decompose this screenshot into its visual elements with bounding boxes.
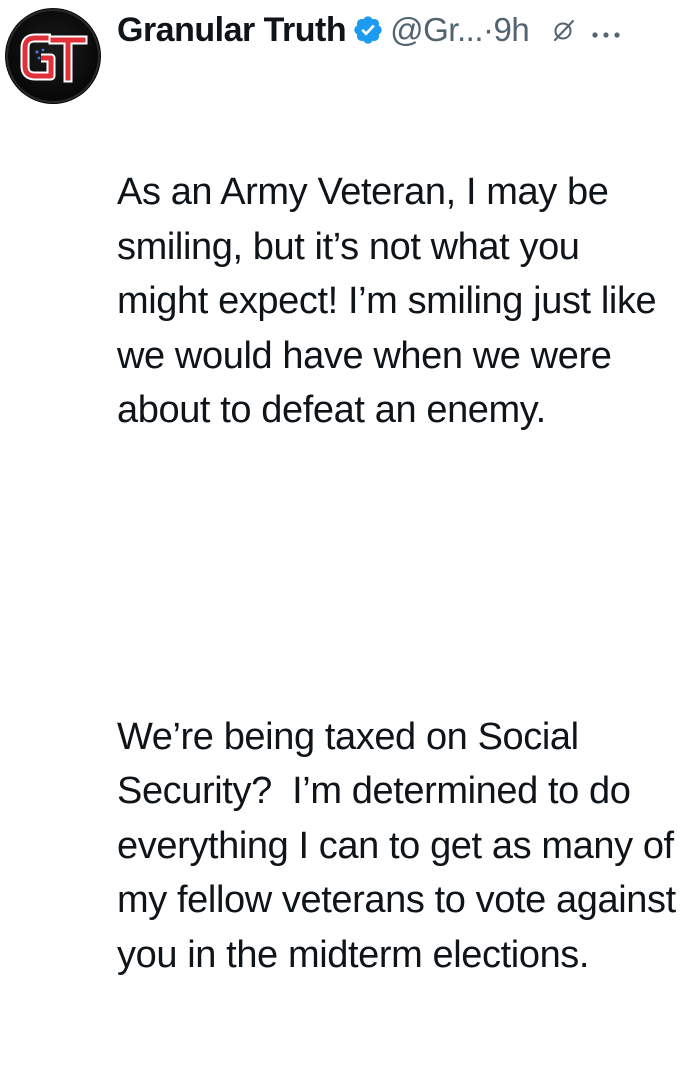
tweet-paragraph: We’re being taxed on Social Security? I’… xyxy=(117,715,676,976)
handle[interactable]: @Gr... xyxy=(390,11,483,49)
tweet-paragraph: As an Army Veteran, I may be smiling, bu… xyxy=(117,171,667,431)
gt-logo-icon xyxy=(6,9,100,103)
tweet-text: As an Army Veteran, I may be smiling, bu… xyxy=(117,56,677,1091)
grok-icon[interactable] xyxy=(551,17,577,43)
separator-dot: · xyxy=(482,11,494,48)
tweet-header: Granular Truth @Gr... · 9h xyxy=(117,6,621,54)
tweet: Granular Truth @Gr... · 9h As an Army Ve… xyxy=(0,0,681,976)
display-name[interactable]: Granular Truth xyxy=(117,11,347,50)
avatar[interactable] xyxy=(5,8,101,104)
more-options-icon[interactable] xyxy=(591,26,621,38)
verified-badge-icon xyxy=(352,14,384,46)
timestamp[interactable]: 9h xyxy=(493,11,529,49)
